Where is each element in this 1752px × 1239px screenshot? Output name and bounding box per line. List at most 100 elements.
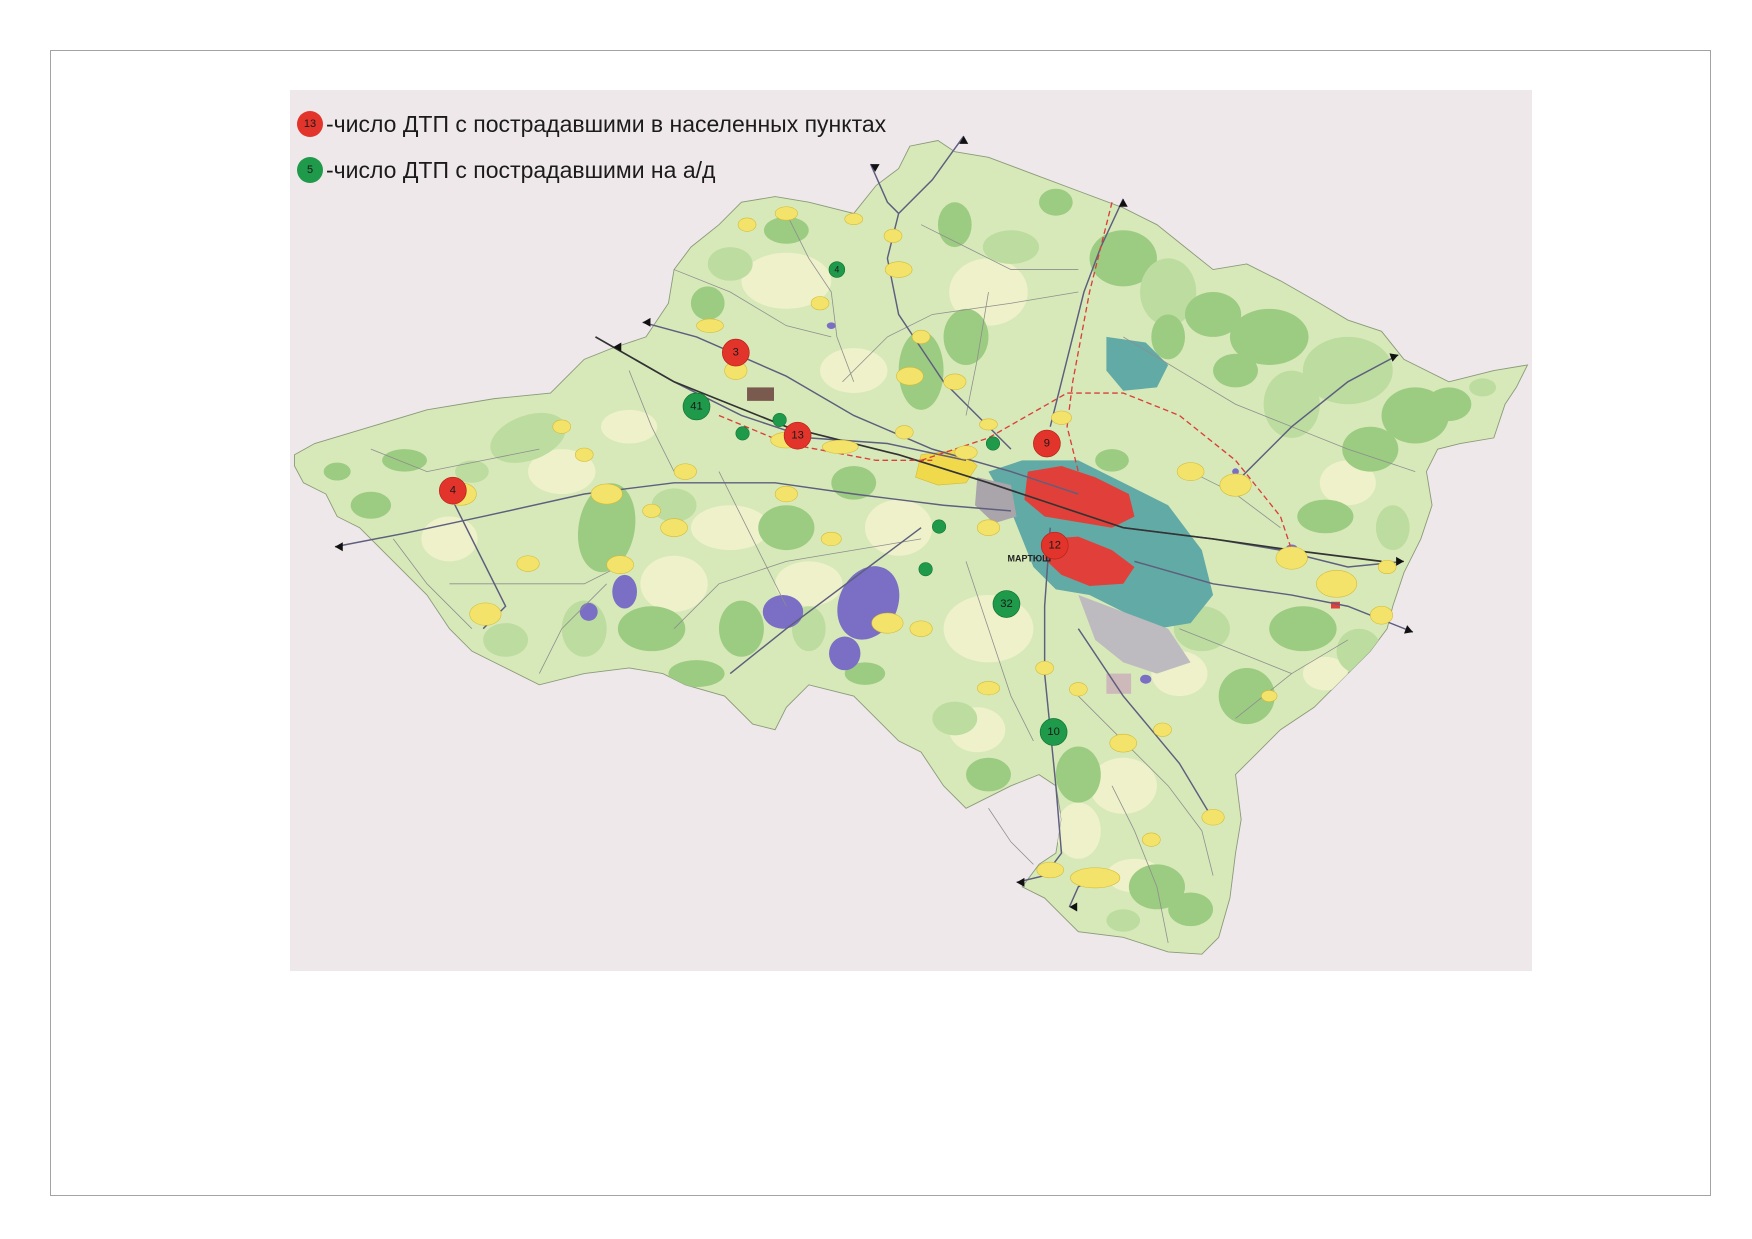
forest-patch [350, 491, 392, 519]
forest-patch [690, 286, 725, 321]
forest-patch [758, 505, 815, 551]
marker-count: 12 [1048, 540, 1060, 552]
pond [826, 322, 836, 330]
road-accident-marker-small[interactable] [735, 426, 750, 441]
marker-count: 9 [1044, 438, 1050, 450]
marker-count: 4 [834, 265, 839, 275]
legend-red-badge: 13 [297, 111, 323, 137]
settlement-area [896, 366, 924, 386]
minor-road [988, 808, 1034, 865]
forest-patch [1039, 188, 1073, 216]
legend-settlements-label: -число ДТП с пострадавшими в населенных … [326, 111, 887, 137]
road-accident-marker[interactable]: 41 [682, 392, 711, 421]
forest-patch [966, 757, 1011, 792]
road-accident-marker[interactable]: 4 [828, 261, 846, 278]
forest-patch [1263, 370, 1320, 438]
settlement-area [1275, 546, 1308, 570]
settlement-area [909, 620, 933, 637]
forest-patch [668, 660, 725, 688]
forest-patch [932, 701, 978, 736]
forest-patch [982, 230, 1040, 264]
marker-count: 3 [733, 347, 739, 359]
lake [579, 602, 598, 621]
road-accident-marker-small[interactable] [918, 562, 933, 577]
settlement-area [1036, 861, 1065, 879]
road-accident-marker[interactable]: 10 [1039, 718, 1068, 746]
forest-patch [1055, 746, 1101, 803]
settlement-area [1261, 690, 1278, 702]
forest-patch [1269, 606, 1337, 652]
lake [829, 636, 861, 671]
settlement-area [822, 439, 859, 454]
settlement-area [954, 445, 978, 460]
settlement-area [979, 418, 998, 431]
direction-arrow-icon [642, 317, 651, 327]
settlement-area [696, 318, 724, 333]
settlement-area [976, 681, 1000, 696]
forest-patch [1342, 426, 1399, 472]
settlement-area [1377, 559, 1397, 574]
settlement-area [516, 555, 540, 572]
settlement-accident-marker[interactable]: 3 [722, 338, 750, 367]
forest-patch [1297, 499, 1354, 534]
settlement-area [844, 213, 863, 225]
direction-arrow-icon [1404, 625, 1413, 634]
settlement-area [1051, 410, 1072, 425]
settlement-area [774, 485, 798, 503]
settlement-accident-marker[interactable]: 12 [1040, 531, 1069, 560]
forest-patch [1375, 505, 1410, 551]
settlement-area [1153, 722, 1172, 737]
marker-count: 13 [791, 430, 803, 442]
settlement-area [552, 419, 572, 434]
settlement-area [673, 463, 697, 480]
forest-patch [651, 488, 697, 523]
settlement-area [642, 503, 661, 518]
direction-arrow-icon [1016, 877, 1025, 887]
settlement-area [1176, 462, 1205, 481]
direction-arrow-icon [334, 542, 343, 552]
road-accident-marker-small[interactable] [932, 519, 947, 534]
road-accident-marker-small[interactable] [985, 436, 1000, 451]
settlement-area [1142, 832, 1161, 847]
region-map-svg: МАРТЮШ 3 13 4 9 12 4 41 32 10 [294, 135, 1529, 955]
settlement-area [660, 518, 688, 537]
forest-patch [937, 202, 972, 248]
settlement-area [810, 296, 830, 311]
forest-patch [1106, 909, 1141, 932]
field-patch [690, 505, 770, 551]
settlement-area [976, 519, 1000, 536]
settlement-accident-marker[interactable]: 13 [783, 421, 812, 450]
marker-count: 41 [690, 400, 702, 412]
forest-patch [1095, 449, 1129, 472]
industrial-site [747, 387, 774, 401]
forest-patch [718, 600, 764, 657]
forest-patch [617, 606, 686, 652]
road-accident-marker[interactable]: 32 [992, 590, 1021, 618]
forest-patch [1151, 314, 1186, 360]
forest-patch [1336, 628, 1382, 674]
direction-arrow-icon [1118, 198, 1128, 207]
field-patch [1055, 802, 1101, 859]
settlement-area [1109, 733, 1137, 753]
settlement-area [574, 447, 594, 462]
forest-patch [1213, 353, 1258, 388]
road-accident-marker-small[interactable] [772, 412, 787, 427]
settlement-area [1219, 473, 1252, 497]
field-patch [640, 555, 708, 612]
forest-patch [763, 216, 809, 244]
field-patch [601, 409, 658, 444]
settlement-area [943, 373, 967, 390]
settlement-accident-marker[interactable]: 4 [439, 476, 467, 505]
forest-patch [707, 247, 753, 281]
forest-patch [323, 462, 351, 481]
settlement-area [1316, 570, 1358, 598]
settlement-area [911, 329, 931, 344]
legend-roads-label: -число ДТП с пострадавшими на а/д [326, 157, 716, 183]
forest-patch [382, 449, 428, 472]
settlement-area [871, 612, 904, 634]
settlement-area [820, 531, 842, 546]
lake [612, 574, 637, 609]
settlement-area [1069, 682, 1088, 697]
settlement-accident-marker[interactable]: 9 [1033, 429, 1061, 458]
settlement-area [884, 261, 913, 278]
